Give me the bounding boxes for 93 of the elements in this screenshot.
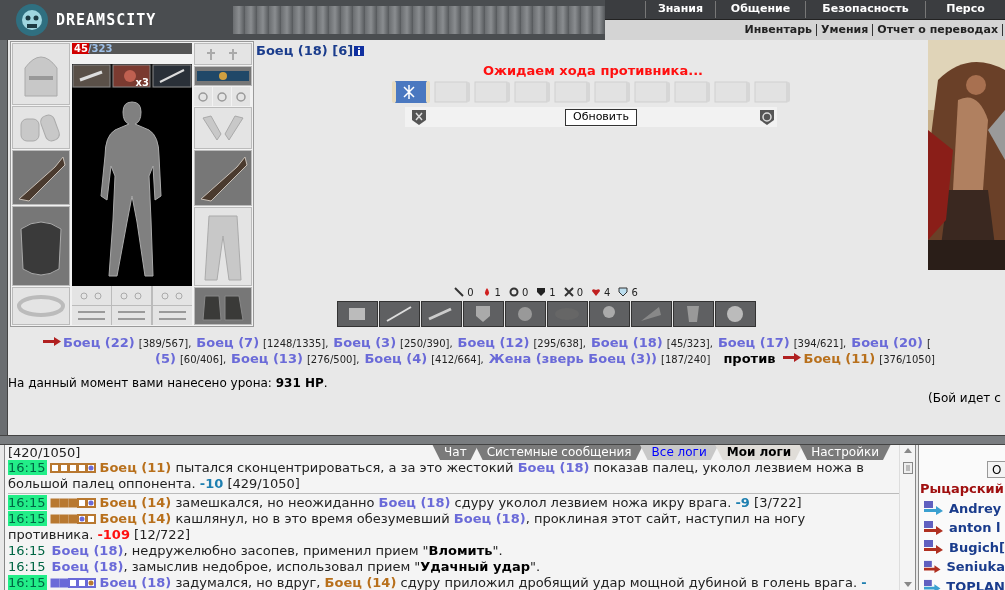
log-tab[interactable]: Настройки	[799, 445, 891, 460]
hp-reading: [1248/1335],	[263, 337, 329, 351]
shield-icon	[536, 287, 547, 297]
menu-link[interactable]: Отчет о переводах	[873, 24, 1003, 36]
stat-value: 6	[631, 285, 638, 300]
battle-note: (Бой идет с	[928, 390, 1002, 407]
scroll-down-icon[interactable]	[903, 582, 912, 588]
scrollbar[interactable]	[899, 445, 915, 590]
menu-link[interactable]: Персо	[925, 1, 1005, 18]
menu-link[interactable]: Инвентарь	[740, 24, 818, 36]
hp-reading: [	[927, 337, 931, 351]
stat-value: 0	[467, 285, 474, 300]
scroll-up-icon[interactable]	[903, 447, 912, 453]
skill-icon[interactable]	[672, 301, 714, 327]
log-entry: 16:15 Боец (14) замешкался, но неожиданно Боец (18) сдуру уколол лезвием ножа икру врага. -9 [3/722]	[8, 495, 803, 511]
log-tab[interactable]: Системные сообщения	[474, 445, 644, 460]
member-link[interactable]: Bugich[	[949, 537, 1005, 557]
potion-item-icon[interactable]	[112, 63, 151, 88]
item-count: x3	[135, 75, 149, 90]
skill-icon[interactable]	[714, 301, 756, 327]
skill-icon[interactable]	[504, 301, 546, 327]
ornament-slot-icon[interactable]	[72, 306, 111, 325]
skill-icon[interactable]	[378, 301, 420, 327]
hp-reading: [60/406],	[179, 353, 227, 367]
knife-item-icon[interactable]	[72, 63, 111, 88]
refresh-icon[interactable]	[759, 108, 775, 126]
hp-reading: [389/567],	[138, 337, 192, 351]
hp-reading: [295/638],	[533, 337, 586, 351]
stat-value: 1	[549, 285, 556, 300]
hp-reading: [394/621],	[793, 337, 847, 351]
swirl-icon	[508, 287, 519, 297]
log-text: [420/1050]	[8, 445, 82, 460]
hp-reading: [187/240]	[661, 353, 711, 367]
refresh-button[interactable]: Обновить	[565, 108, 637, 126]
ring-icon[interactable]	[213, 86, 231, 106]
arrow-icon	[783, 352, 802, 362]
menu-link[interactable]: Умения	[817, 24, 874, 36]
log-entry: 16:15 Боец (18), замыслив недоброе, использовал прием "Удачный удар".	[8, 559, 542, 575]
log-tab[interactable]: Чат	[432, 445, 479, 460]
turn-status: Ожидаем хода противника...	[481, 62, 704, 78]
member-link[interactable]: Andrey	[949, 498, 1002, 518]
fighter-link[interactable]: Боец (22)	[63, 333, 135, 353]
stat-value: 0	[521, 285, 529, 300]
skill-icon[interactable]	[630, 301, 672, 327]
stat-value: 4	[604, 285, 611, 300]
log-entry: 16:15 Боец (18), недружелюбно засопев, применил прием "Вломить".	[8, 543, 504, 559]
arrow-icon	[43, 336, 61, 346]
versus-label: против	[723, 350, 776, 368]
skill-icon[interactable]	[336, 301, 378, 327]
scroll-thumb-icon[interactable]	[902, 461, 913, 474]
skill-icon[interactable]	[420, 301, 462, 327]
necklace-icon[interactable]	[197, 68, 249, 83]
cancel-icon[interactable]	[411, 108, 427, 126]
clan-title: Рыцарский	[919, 480, 1005, 498]
menu-link[interactable]: Общение	[715, 1, 805, 18]
log-entry: 16:15 Боец (18) задумался, но вдруг, Боец (14) сдуру приложил дробящий удар мощной дубиной в голень врага. -	[8, 575, 868, 590]
member-link[interactable]: anton l	[949, 518, 1001, 538]
skill-icon[interactable]	[546, 301, 588, 327]
hp-reading: [276/500],	[306, 353, 360, 367]
shield-icon	[618, 287, 629, 297]
stat-value: 1	[494, 285, 501, 300]
blade-item-icon[interactable]	[152, 63, 192, 88]
player-name-link[interactable]: Боец (18) [6]	[256, 41, 354, 61]
info-icon[interactable]	[354, 46, 365, 56]
side-button[interactable]: О	[987, 461, 1005, 478]
log-entry: 16:15 Боец (14) кашлянул, но в это время обезумевший Боец (18), проклиная этот сайт, наступил на ногу противника. -109 [12/722]	[8, 511, 807, 543]
stat-value: 0	[576, 285, 584, 300]
heart-icon	[591, 287, 602, 297]
sword-icon	[454, 287, 465, 297]
member-link[interactable]: TOPLAN	[946, 576, 1005, 590]
hp-reading: [376/1050]	[879, 353, 935, 367]
log-tab[interactable]: Все логи	[639, 445, 719, 460]
member-link[interactable]: Seniuka	[946, 557, 1005, 577]
skill-icon[interactable]	[588, 301, 630, 327]
rune-slot-icon[interactable]	[72, 286, 111, 305]
fighter-link[interactable]: (5)	[155, 349, 176, 369]
menu-link[interactable]: Знания	[645, 1, 715, 18]
ornament-slot-icon[interactable]	[112, 306, 152, 325]
rune-slot-icon[interactable]	[152, 286, 192, 305]
logo-text: DREAMSCITY	[56, 9, 157, 31]
ring-icon[interactable]	[194, 86, 212, 106]
crossed-swords-icon	[563, 287, 574, 297]
ring-icon[interactable]	[232, 86, 250, 106]
snowflake-scroll-icon[interactable]	[391, 79, 431, 105]
fighter-link[interactable]: Боец (17)	[717, 333, 790, 353]
hp-reading: [250/390],	[400, 337, 453, 351]
menu-link[interactable]: Безопасность	[805, 1, 925, 18]
damage-summary: На данный момент вами нанесено урона: 931 HP.	[8, 375, 329, 389]
rune-slot-icon[interactable]	[112, 286, 152, 305]
hp-reading: [45/323],	[666, 337, 713, 351]
hp-reading: [412/664],	[431, 353, 484, 367]
ornament-slot-icon[interactable]	[152, 306, 192, 325]
skill-icon[interactable]	[462, 301, 504, 327]
